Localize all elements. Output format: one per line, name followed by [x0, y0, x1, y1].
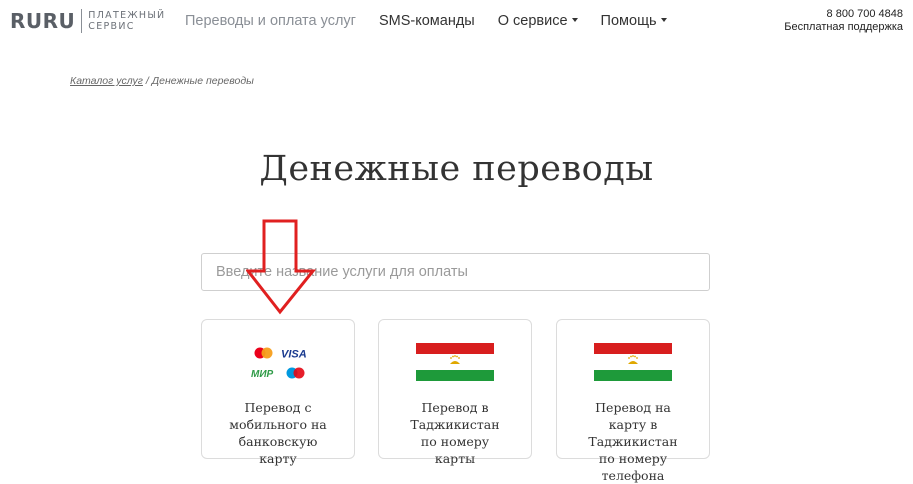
logo-divider: [81, 9, 83, 33]
breadcrumb: Каталог услуг / Денежные переводы: [70, 75, 254, 87]
logo-mark: RURU: [10, 9, 76, 33]
logo-subtitle: ПЛАТЕЖНЫЙ СЕРВИС: [88, 10, 165, 32]
nav-item-about[interactable]: О сервисе: [498, 13, 578, 29]
support-phone[interactable]: 8 800 700 4848: [784, 8, 903, 21]
card-label: Перевод с мобильного на банковскую карту: [229, 400, 327, 466]
card-tajikistan-card[interactable]: Перевод в Таджикистан по номеру карты: [378, 319, 532, 466]
visa-logo: VISA: [281, 349, 307, 361]
nav-item-about-label: О сервисе: [497, 13, 568, 29]
card-mobile-to-card[interactable]: VISA МИР Перевод с мобильного на банковс…: [201, 319, 355, 466]
card-tajikistan-phone[interactable]: Перевод на карту в Таджикистан по номеру…: [556, 319, 710, 483]
nav-item-transfers[interactable]: Переводы и оплата услуг: [185, 13, 356, 29]
logo-subtitle-line2: СЕРВИС: [88, 21, 135, 32]
tajikistan-flag-icon: [416, 343, 494, 381]
red-arrow-down-icon: [246, 219, 316, 315]
logo-subtitle-line1: ПЛАТЕЖНЫЙ: [88, 10, 166, 21]
payment-systems-icon: VISA МИР: [251, 347, 307, 380]
support-contact: 8 800 700 4848 Бесплатная поддержка: [784, 8, 903, 34]
mir-logo: МИР: [251, 369, 274, 380]
nav-item-sms[interactable]: SMS-команды: [379, 13, 475, 29]
support-label: Бесплатная поддержка: [784, 21, 903, 33]
card-label: Перевод в Таджикистан по номеру карты: [410, 400, 500, 466]
nav-item-help-label: Помощь: [600, 13, 657, 29]
chevron-down-icon: [660, 18, 667, 23]
logo[interactable]: RURU ПЛАТЕЖНЫЙ СЕРВИС: [10, 9, 165, 33]
tajikistan-flag-icon: [594, 343, 672, 381]
nav-item-help[interactable]: Помощь: [601, 13, 667, 29]
card-label: Перевод на карту в Таджикистан по номеру…: [588, 400, 678, 483]
page-title: Денежные переводы: [259, 149, 654, 189]
breadcrumb-separator: /: [142, 75, 152, 87]
chevron-down-icon: [571, 18, 578, 23]
breadcrumb-current: Денежные переводы: [151, 75, 254, 87]
site-header: RURU ПЛАТЕЖНЫЙ СЕРВИС Переводы и оплата …: [0, 0, 913, 44]
breadcrumb-catalog-link[interactable]: Каталог услуг: [70, 75, 143, 87]
main-nav: Переводы и оплата услуг SMS-команды О се…: [185, 13, 690, 29]
